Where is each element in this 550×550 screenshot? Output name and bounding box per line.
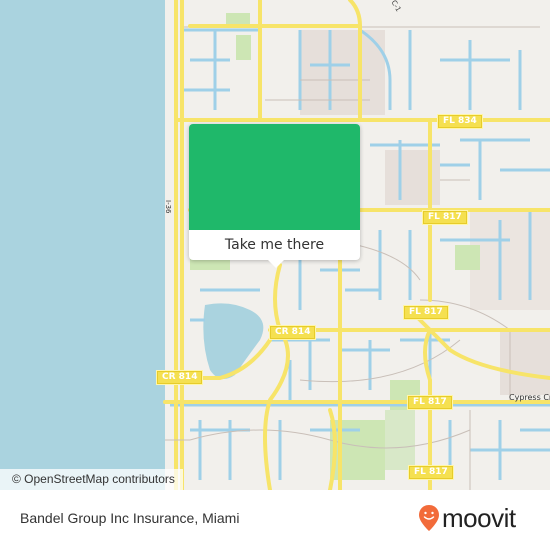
lake [203,303,264,379]
park [226,13,250,25]
park [236,35,251,60]
place-title: Bandel Group Inc Insurance, Miami [20,510,240,526]
road-label-fl817: FL 817 [408,465,454,480]
moovit-wordmark: moovit [442,503,516,533]
road-label-cr814: CR 814 [156,370,204,385]
road-label-i36: I-36 [164,200,172,214]
map[interactable]: FL 834 FL 817 FL 817 FL 817 FL 817 CR 81… [0,0,550,490]
ocean [0,0,165,490]
residential-area [300,30,385,115]
park [385,410,415,470]
residential-area [500,330,550,395]
road-label-fl834: FL 834 [437,114,483,129]
residential-area [470,210,550,310]
road-label-fl817: FL 817 [407,395,453,410]
popup-pointer [268,260,284,268]
take-me-there-button[interactable]: Take me there [189,230,360,260]
road-label-fl817: FL 817 [422,210,468,225]
park [455,245,480,270]
road-label-cr814: CR 814 [269,325,317,340]
place-label-cypress-creek: Cypress Cre [509,393,550,402]
road-label-fl817: FL 817 [403,305,449,320]
map-attribution[interactable]: © OpenStreetMap contributors [0,469,183,490]
location-popup: Take me there [189,124,360,268]
moovit-pin-icon [419,505,439,531]
moovit-logo[interactable]: moovit [418,503,516,533]
popup-header [189,124,360,230]
